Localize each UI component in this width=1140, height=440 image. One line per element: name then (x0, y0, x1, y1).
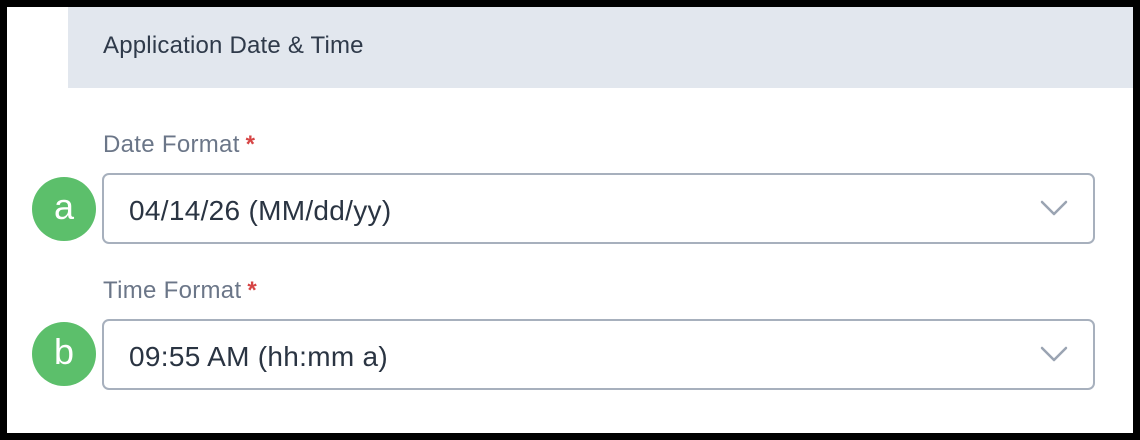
chevron-down-icon (1040, 200, 1068, 216)
time-format-label: Time Format * (103, 277, 257, 305)
date-format-label: Date Format * (103, 131, 255, 159)
callout-badge-b: b (32, 322, 96, 386)
date-format-select[interactable]: 04/14/26 (MM/dd/yy) (102, 173, 1095, 244)
time-format-label-text: Time Format (103, 277, 242, 304)
callout-badge-a: a (32, 177, 96, 241)
date-format-selected-value: 04/14/26 (MM/dd/yy) (129, 195, 392, 226)
date-format-label-text: Date Format (103, 131, 240, 158)
chevron-down-icon (1040, 346, 1068, 362)
time-format-select[interactable]: 09:55 AM (hh:mm a) (102, 319, 1095, 390)
required-marker: * (245, 131, 256, 158)
settings-panel: Application Date & Time Date Format * a 0… (7, 7, 1133, 433)
section-header: Application Date & Time (68, 7, 1133, 88)
required-marker: * (247, 277, 258, 304)
time-format-selected-value: 09:55 AM (hh:mm a) (129, 341, 389, 372)
section-title: Application Date & Time (103, 32, 364, 59)
